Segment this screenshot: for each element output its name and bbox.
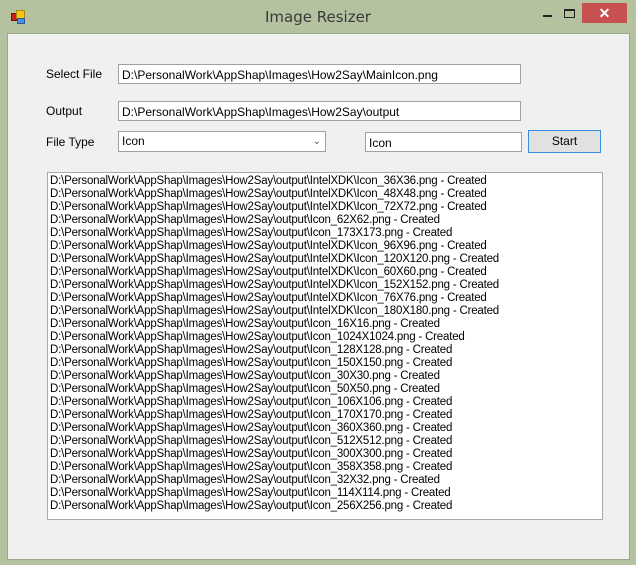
log-item[interactable]: D:\PersonalWork\AppShap\Images\How2Say\o… (50, 240, 602, 253)
minimize-button[interactable] (536, 2, 560, 24)
log-item[interactable]: D:\PersonalWork\AppShap\Images\How2Say\o… (50, 318, 602, 331)
output-label: Output (46, 104, 83, 118)
log-item[interactable]: D:\PersonalWork\AppShap\Images\How2Say\o… (50, 253, 602, 266)
log-item[interactable]: D:\PersonalWork\AppShap\Images\How2Say\o… (50, 331, 602, 344)
file-name-input[interactable]: Icon (365, 132, 522, 152)
client-area: Select File D:\PersonalWork\AppShap\Imag… (7, 33, 630, 560)
log-item[interactable]: D:\PersonalWork\AppShap\Images\How2Say\o… (50, 201, 602, 214)
select-file-input[interactable]: D:\PersonalWork\AppShap\Images\How2Say\M… (118, 64, 521, 84)
log-item[interactable]: D:\PersonalWork\AppShap\Images\How2Say\o… (50, 500, 602, 513)
start-button[interactable]: Start (528, 130, 601, 153)
file-type-selected: Icon (122, 134, 145, 148)
output-input[interactable]: D:\PersonalWork\AppShap\Images\How2Say\o… (118, 101, 521, 121)
log-item[interactable]: D:\PersonalWork\AppShap\Images\How2Say\o… (50, 370, 602, 383)
chevron-down-icon: ⌄ (312, 136, 321, 147)
log-item[interactable]: D:\PersonalWork\AppShap\Images\How2Say\o… (50, 422, 602, 435)
log-item[interactable]: D:\PersonalWork\AppShap\Images\How2Say\o… (50, 175, 602, 188)
log-item[interactable]: D:\PersonalWork\AppShap\Images\How2Say\o… (50, 188, 602, 201)
log-item[interactable]: D:\PersonalWork\AppShap\Images\How2Say\o… (50, 227, 602, 240)
log-item[interactable]: D:\PersonalWork\AppShap\Images\How2Say\o… (50, 357, 602, 370)
log-item[interactable]: D:\PersonalWork\AppShap\Images\How2Say\o… (50, 448, 602, 461)
close-icon: ✕ (598, 5, 611, 21)
log-item[interactable]: D:\PersonalWork\AppShap\Images\How2Say\o… (50, 305, 602, 318)
log-item[interactable]: D:\PersonalWork\AppShap\Images\How2Say\o… (50, 214, 602, 227)
log-item[interactable]: D:\PersonalWork\AppShap\Images\How2Say\o… (50, 344, 602, 357)
log-item[interactable]: D:\PersonalWork\AppShap\Images\How2Say\o… (50, 292, 602, 305)
log-item[interactable]: D:\PersonalWork\AppShap\Images\How2Say\o… (50, 409, 602, 422)
log-item[interactable]: D:\PersonalWork\AppShap\Images\How2Say\o… (50, 474, 602, 487)
title-bar[interactable]: Image Resizer ✕ (0, 0, 636, 33)
log-item[interactable]: D:\PersonalWork\AppShap\Images\How2Say\o… (50, 435, 602, 448)
select-file-label: Select File (46, 67, 103, 81)
close-button[interactable]: ✕ (582, 3, 627, 23)
log-item[interactable]: D:\PersonalWork\AppShap\Images\How2Say\o… (50, 383, 602, 396)
log-item[interactable]: D:\PersonalWork\AppShap\Images\How2Say\o… (50, 266, 602, 279)
log-item[interactable]: D:\PersonalWork\AppShap\Images\How2Say\o… (50, 461, 602, 474)
file-type-label: File Type (46, 135, 95, 149)
log-listbox[interactable]: D:\PersonalWork\AppShap\Images\How2Say\o… (47, 172, 603, 520)
log-item[interactable]: D:\PersonalWork\AppShap\Images\How2Say\o… (50, 396, 602, 409)
log-item[interactable]: D:\PersonalWork\AppShap\Images\How2Say\o… (50, 279, 602, 292)
file-type-dropdown[interactable]: Icon ⌄ (118, 131, 326, 152)
log-item[interactable]: D:\PersonalWork\AppShap\Images\How2Say\o… (50, 487, 602, 500)
